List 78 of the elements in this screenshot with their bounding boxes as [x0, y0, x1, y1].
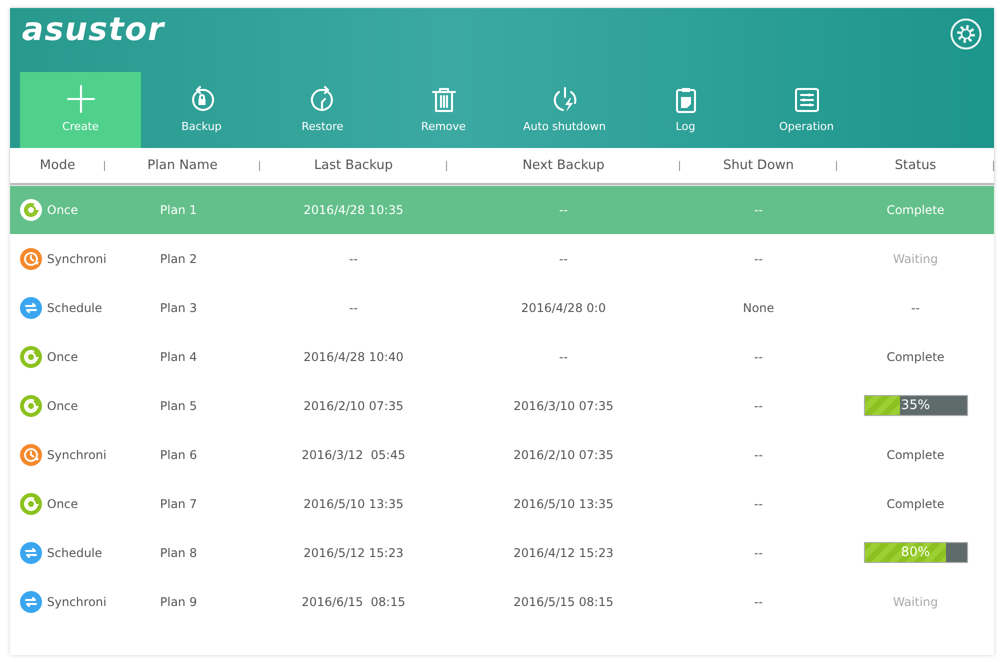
sync-arrows-icon [20, 590, 42, 612]
column-header[interactable]: Next Backup [522, 158, 605, 173]
table-cell-text: 2016/6/15 08:15 [300, 594, 406, 608]
clock-icon [20, 444, 42, 466]
table-cell-text: 2016/4/28 10:35 [302, 203, 404, 217]
table-cell-text: -- [558, 203, 569, 217]
mode-label: Synchroni [47, 594, 106, 608]
table-cell-text: Plan 3 [159, 300, 198, 314]
mode-label: Once [47, 350, 78, 364]
column-header[interactable]: Status [894, 158, 936, 173]
clock-icon [20, 248, 42, 270]
table-cell-text: Plan 6 [159, 448, 198, 462]
table-cell-text: Complete [886, 496, 946, 510]
table-cell-text: -- [558, 252, 569, 266]
table-cell-text: Complete [886, 350, 946, 364]
table-cell-text: Complete [886, 448, 946, 462]
mode-label: Once [47, 203, 78, 217]
table-cell-text: 2016/3/12 05:45 [300, 448, 406, 462]
toolbar-button[interactable]: Remove [383, 72, 504, 148]
table-cell-text: 2016/5/10 13:35 [302, 496, 404, 510]
table-cell-text: 2016/5/12 15:23 [302, 546, 404, 560]
table-cell-text: Plan 7 [159, 496, 198, 510]
mode-label: Synchroni [47, 252, 106, 266]
toolbar-button[interactable]: Operation [746, 72, 867, 148]
sliders-icon [792, 86, 820, 114]
table-cell-text: Waiting [892, 594, 940, 608]
selected-row[interactable]: Once Plan 1 2016/4/28 10:35 -- -- Complete [10, 186, 994, 234]
table-cell-text: -- [753, 252, 764, 266]
table-cell-text: -- [753, 448, 764, 462]
column-header[interactable]: Mode [40, 158, 76, 173]
table-cell-text: -- [753, 203, 764, 217]
progress-label: 35% [901, 398, 930, 413]
mode-label: Once [47, 496, 78, 510]
toolbar-button[interactable]: Log [625, 72, 746, 148]
sync-arrows-icon [20, 542, 42, 564]
table-cell-text: 2016/5/15 08:15 [512, 594, 614, 608]
logo: asustor [22, 10, 165, 48]
table-cell-text: 2016/5/10 13:35 [512, 496, 614, 510]
mode-label: Schedule [47, 546, 102, 560]
column-header[interactable]: Plan Name [147, 158, 218, 173]
table-cell-text: 2016/4/28 10:40 [302, 350, 404, 364]
plus-icon [66, 84, 96, 114]
table-cell-text: Complete [886, 203, 946, 217]
column-header[interactable]: Shut Down [723, 158, 794, 173]
trash-icon [430, 86, 458, 114]
table-cell-text: 2016/4/12 15:23 [512, 546, 614, 560]
table-cell-text: Plan 2 [159, 252, 198, 266]
table-cell-text: -- [753, 594, 764, 608]
mode-label: Once [47, 398, 78, 412]
table-cell-text: Plan 5 [159, 398, 198, 412]
table-cell-text: Plan 8 [159, 546, 198, 560]
mode-label: Schedule [47, 300, 102, 314]
table-cell-text: 2016/2/10 07:35 [512, 448, 614, 462]
sync-arrows-icon [20, 296, 42, 318]
table-cell-text: -- [753, 350, 764, 364]
table-cell-text: -- [753, 398, 764, 412]
table-cell-text: Plan 4 [159, 350, 198, 364]
toolbar-button[interactable]: Auto shutdown [504, 72, 625, 148]
mode-label: Synchroni [47, 448, 106, 462]
table-cell-text: -- [753, 546, 764, 560]
table-cell-text: Plan 9 [159, 594, 198, 608]
table-cell-text: 2016/4/28 0:0 [520, 300, 607, 314]
toolbar-button[interactable]: Restore [262, 72, 383, 148]
toolbar-button[interactable]: Create [20, 72, 141, 148]
table-cell-text: -- [348, 252, 359, 266]
table-cell-text: -- [753, 496, 764, 510]
table-cell-text: None [742, 300, 776, 314]
settings-icon[interactable] [950, 18, 982, 50]
toolbar-button[interactable]: Backup [141, 72, 262, 148]
table-cell-text: Plan 1 [159, 203, 198, 217]
table-cell-text: 2016/3/10 07:35 [512, 398, 614, 412]
table-cell-text: 2016/2/10 07:35 [302, 398, 404, 412]
table-cell-text: Waiting [892, 252, 940, 266]
table-cell-text: -- [348, 300, 359, 314]
table-cell-text: -- [558, 350, 569, 364]
progress-label: 80% [901, 545, 930, 560]
table-cell-text: -- [910, 300, 921, 314]
column-header[interactable]: Last Backup [314, 158, 393, 173]
